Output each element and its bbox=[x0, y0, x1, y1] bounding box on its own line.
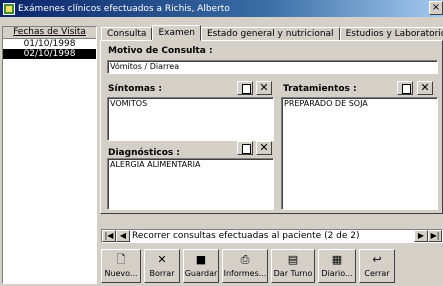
sintomas-field[interactable]: VOMITOS bbox=[107, 97, 274, 141]
informes-label: Informes... bbox=[223, 269, 267, 278]
cerrar-button[interactable]: ↩ Cerrar bbox=[359, 249, 395, 283]
guardar-label: Guardar bbox=[184, 269, 218, 278]
diario-label: Diario... bbox=[321, 269, 353, 278]
new-document-icon: 🗋 bbox=[116, 253, 126, 266]
motivo-label: Motivo de Consulta : bbox=[108, 46, 213, 56]
motivo-field[interactable]: Vómitos / Diarrea bbox=[107, 60, 438, 74]
prev-record-button[interactable]: ◀ bbox=[116, 230, 130, 242]
tab-estudios[interactable]: Estudios y Laboratorio bbox=[339, 27, 443, 41]
borrar-label: Borrar bbox=[149, 269, 175, 278]
tab-consulta[interactable]: Consulta bbox=[101, 27, 153, 41]
diagnosticos-new-button[interactable] bbox=[237, 141, 253, 155]
delete-icon: ✕ bbox=[157, 253, 167, 266]
tab-strip: Consulta Examen Estado general y nutrici… bbox=[101, 25, 443, 41]
record-navigator: |◀ ◀ Recorrer consultas efectuadas al pa… bbox=[101, 229, 443, 243]
guardar-button[interactable]: ■ Guardar bbox=[183, 249, 219, 283]
visit-date-item[interactable]: 01/10/1998 bbox=[3, 39, 96, 49]
tab-examen[interactable]: Examen bbox=[152, 25, 201, 41]
tratamientos-field[interactable]: PREPARADO DE SOJA bbox=[281, 97, 438, 210]
window-title: Exámenes clínicos efectuados a Richis, A… bbox=[18, 3, 230, 14]
bottom-toolbar: 🗋 Nuevo... ✕ Borrar ■ Guardar ⎙ Informes… bbox=[101, 249, 395, 283]
cerrar-label: Cerrar bbox=[364, 269, 390, 278]
dar-turno-button[interactable]: ▤ Dar Turno bbox=[271, 249, 315, 283]
diagnosticos-field[interactable]: ALERGIA ALIMENTARIA bbox=[107, 158, 274, 210]
sintomas-delete-button[interactable]: ✕ bbox=[256, 81, 272, 95]
tratamientos-delete-button[interactable]: ✕ bbox=[417, 81, 433, 95]
tab-estado-general[interactable]: Estado general y nutricional bbox=[200, 27, 340, 41]
tab-page: Motivo de Consulta : Vómitos / Diarrea S… bbox=[100, 40, 443, 214]
app-icon bbox=[3, 2, 15, 15]
diario-button[interactable]: ▦ Diario... bbox=[318, 249, 356, 283]
save-icon: ■ bbox=[195, 253, 207, 266]
exit-icon: ↩ bbox=[372, 253, 382, 266]
last-record-button[interactable]: ▶| bbox=[428, 230, 442, 242]
nuevo-label: Nuevo... bbox=[104, 269, 138, 278]
first-record-button[interactable]: |◀ bbox=[102, 230, 116, 242]
visit-dates-header: Fechas de Visita bbox=[3, 27, 96, 39]
dar-turno-label: Dar Turno bbox=[273, 269, 313, 278]
title-bar: Exámenes clínicos efectuados a Richis, A… bbox=[0, 0, 443, 17]
visit-date-item-selected[interactable]: 02/10/1998 bbox=[3, 49, 96, 59]
tratamientos-label: Tratamientos : bbox=[283, 84, 357, 94]
sintomas-new-button[interactable] bbox=[237, 81, 253, 95]
diagnosticos-delete-button[interactable]: ✕ bbox=[256, 141, 272, 155]
printer-icon: ⎙ bbox=[240, 253, 250, 266]
navigator-text: Recorrer consultas efectuadas al pacient… bbox=[132, 231, 360, 241]
nuevo-button[interactable]: 🗋 Nuevo... bbox=[101, 249, 141, 283]
informes-button[interactable]: ⎙ Informes... bbox=[222, 249, 268, 283]
visit-dates-list[interactable]: Fechas de Visita 01/10/1998 02/10/1998 bbox=[2, 26, 97, 284]
borrar-button[interactable]: ✕ Borrar bbox=[144, 249, 180, 283]
tratamientos-new-button[interactable] bbox=[397, 81, 413, 95]
calendar-icon: ▦ bbox=[331, 253, 343, 266]
close-window-button[interactable]: × bbox=[429, 1, 443, 15]
diagnosticos-label: Diagnósticos : bbox=[108, 148, 181, 158]
next-record-button[interactable]: ▶ bbox=[414, 230, 428, 242]
sintomas-label: Síntomas : bbox=[108, 84, 162, 94]
appointment-icon: ▤ bbox=[287, 253, 299, 266]
